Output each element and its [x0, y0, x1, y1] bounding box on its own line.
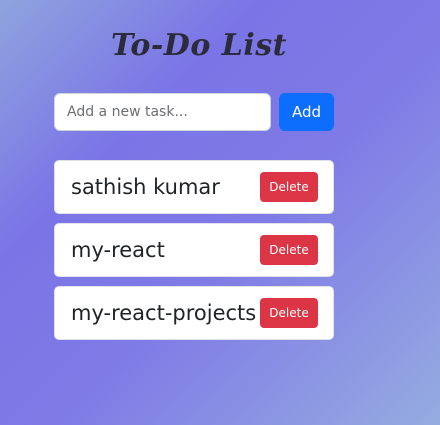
new-task-form: Add [54, 93, 334, 131]
delete-task-button[interactable]: Delete [260, 172, 318, 202]
page-title: To-Do List [110, 28, 288, 63]
task-item: my-react Delete [54, 223, 334, 277]
delete-task-button[interactable]: Delete [260, 298, 318, 328]
task-text: sathish kumar [71, 175, 220, 199]
task-text: my-react-projects [71, 301, 257, 325]
add-task-button[interactable]: Add [279, 93, 334, 131]
task-text: my-react [71, 238, 165, 262]
new-task-input[interactable] [54, 93, 271, 131]
task-item: my-react-projects Delete [54, 286, 334, 340]
task-list: sathish kumar Delete my-react Delete my-… [54, 160, 334, 349]
task-item: sathish kumar Delete [54, 160, 334, 214]
delete-task-button[interactable]: Delete [260, 235, 318, 265]
